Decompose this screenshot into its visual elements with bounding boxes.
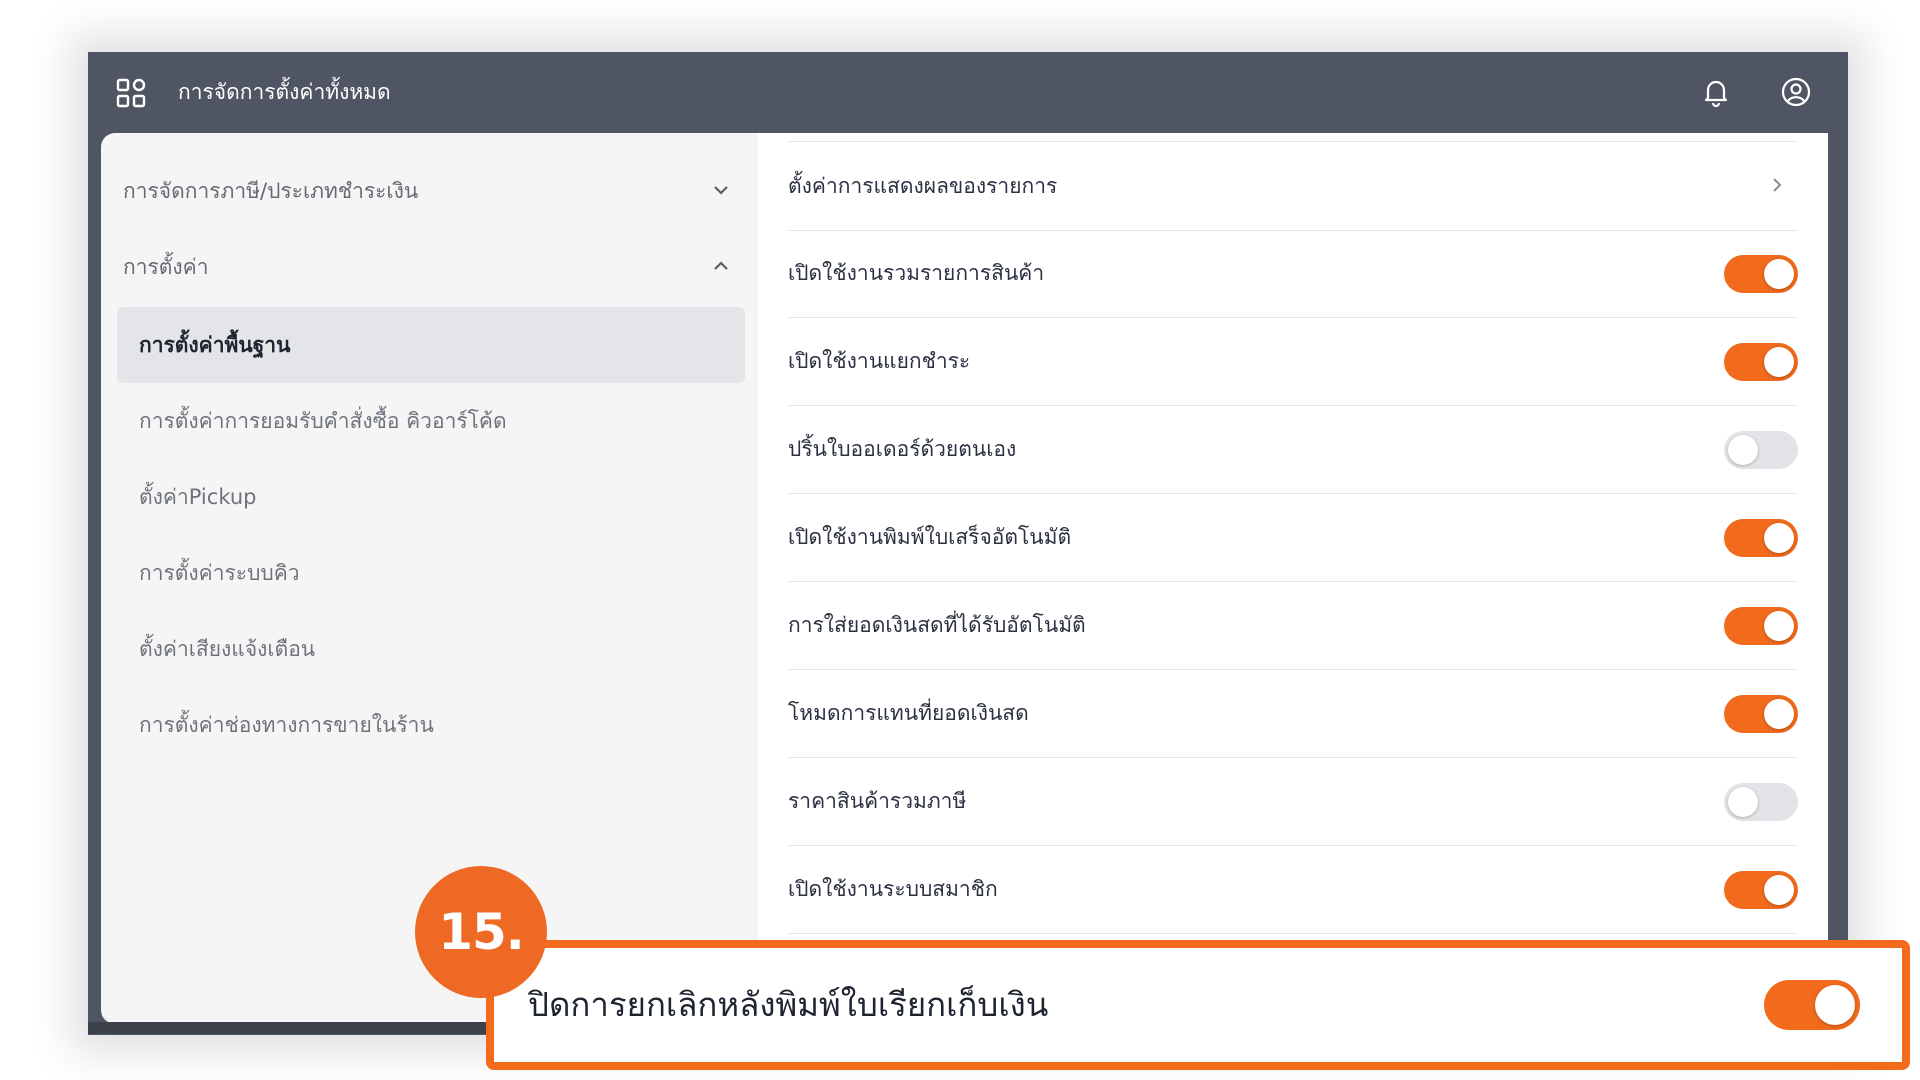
chevron-up-icon — [714, 261, 728, 270]
auto-cash-received-toggle[interactable] — [1724, 607, 1798, 645]
setting-row-auto-cash-received: การใส่ยอดเงินสดที่ได้รับอัตโนมัติ — [788, 581, 1798, 670]
merge-items-toggle[interactable] — [1724, 255, 1798, 293]
setting-label: เปิดใช้งานระบบสมาชิก — [788, 877, 998, 901]
highlighted-setting-label: ปิดการยกเลิกหลังพิมพ์ใบเรียกเก็บเงิน — [528, 985, 1049, 1024]
disable-cancel-after-print-toggle[interactable] — [1764, 980, 1860, 1030]
setting-row-cash-replace-mode: โหมดการแทนที่ยอดเงินสด — [788, 669, 1798, 758]
toggle-knob — [1728, 787, 1758, 817]
sidebar-item-sales-channel[interactable]: การตั้งค่าช่องทางการขายในร้าน — [117, 687, 745, 763]
setting-label: การใส่ยอดเงินสดที่ได้รับอัตโนมัติ — [788, 613, 1086, 637]
sidebar-group-tax-payment[interactable]: การจัดการภาษี/ประเภทชำระเงิน — [101, 161, 758, 221]
sidebar-item-label: ตั้งค่าPickup — [139, 485, 257, 509]
setting-label: ราคาสินค้ารวมภาษี — [788, 789, 967, 813]
membership-toggle[interactable] — [1724, 871, 1798, 909]
sidebar-item-notification-sound[interactable]: ตั้งค่าเสียงแจ้งเตือน — [117, 611, 745, 687]
toggle-knob — [1815, 985, 1855, 1025]
auto-print-receipt-toggle[interactable] — [1724, 519, 1798, 557]
step-number: 15. — [438, 903, 525, 961]
sidebar-group-label: การจัดการภาษี/ประเภทชำระเงิน — [123, 179, 419, 203]
toggle-knob — [1728, 435, 1758, 465]
sidebar-item-pickup[interactable]: ตั้งค่าPickup — [117, 459, 745, 535]
sidebar-group-label: การตั้งค่า — [123, 255, 209, 279]
setting-row-split-payment: เปิดใช้งานแยกชำระ — [788, 317, 1798, 406]
sidebar-item-label: การตั้งค่าช่องทางการขายในร้าน — [139, 713, 434, 737]
setting-label: ตั้งค่าการแสดงผลของรายการ — [788, 174, 1058, 198]
toggle-knob — [1764, 347, 1794, 377]
manual-print-order-toggle[interactable] — [1724, 431, 1798, 469]
sidebar-item-queue[interactable]: การตั้งค่าระบบคิว — [117, 535, 745, 611]
bell-icon[interactable] — [1700, 76, 1732, 108]
step-number-badge: 15. — [415, 866, 547, 998]
user-circle-icon[interactable] — [1780, 76, 1812, 108]
toggle-knob — [1764, 259, 1794, 289]
sidebar-item-label: การตั้งค่าการยอมรับคำสั่งซื้อ คิวอาร์โค้… — [139, 409, 507, 433]
top-bar: การจัดการตั้งค่าทั้งหมด — [88, 52, 1848, 132]
sidebar-item-label: การตั้งค่าพื้นฐาน — [139, 333, 291, 357]
setting-row-auto-print-receipt: เปิดใช้งานพิมพ์ใบเสร็จอัตโนมัติ — [788, 493, 1798, 582]
sidebar-item-label: การตั้งค่าระบบคิว — [139, 561, 300, 585]
setting-label: เปิดใช้งานรวมรายการสินค้า — [788, 261, 1045, 285]
chevron-down-icon — [714, 186, 728, 195]
setting-row-display[interactable]: ตั้งค่าการแสดงผลของรายการ — [788, 141, 1798, 231]
toggle-knob — [1764, 875, 1794, 905]
setting-label: โหมดการแทนที่ยอดเงินสด — [788, 701, 1029, 725]
setting-label: เปิดใช้งานแยกชำระ — [788, 349, 971, 373]
toggle-knob — [1764, 523, 1794, 553]
price-incl-tax-toggle[interactable] — [1724, 783, 1798, 821]
split-payment-toggle[interactable] — [1724, 343, 1798, 381]
toggle-knob — [1764, 611, 1794, 641]
setting-row-merge-items: เปิดใช้งานรวมรายการสินค้า — [788, 229, 1798, 318]
apps-grid-icon[interactable] — [116, 78, 146, 108]
page-title: การจัดการตั้งค่าทั้งหมด — [178, 80, 391, 104]
chevron-right-icon — [1773, 178, 1782, 192]
toggle-knob — [1764, 699, 1794, 729]
cash-replace-mode-toggle[interactable] — [1724, 695, 1798, 733]
highlighted-setting-callout: ปิดการยกเลิกหลังพิมพ์ใบเรียกเก็บเงิน — [486, 940, 1910, 1070]
settings-panel: ตั้งค่าการแสดงผลของรายการ เปิดใช้งานรวมร… — [758, 133, 1828, 953]
sidebar-item-basic-settings[interactable]: การตั้งค่าพื้นฐาน — [117, 307, 745, 383]
sidebar-item-qr-order[interactable]: การตั้งค่าการยอมรับคำสั่งซื้อ คิวอาร์โค้… — [117, 383, 745, 459]
sidebar-group-settings[interactable]: การตั้งค่า — [101, 237, 758, 297]
setting-row-manual-print-order: ปริ้นใบออเดอร์ด้วยตนเอง — [788, 405, 1798, 494]
setting-row-price-incl-tax: ราคาสินค้ารวมภาษี — [788, 757, 1798, 846]
setting-row-membership: เปิดใช้งานระบบสมาชิก — [788, 845, 1798, 934]
setting-label: ปริ้นใบออเดอร์ด้วยตนเอง — [788, 437, 1017, 461]
setting-label: เปิดใช้งานพิมพ์ใบเสร็จอัตโนมัติ — [788, 525, 1072, 549]
sidebar-item-label: ตั้งค่าเสียงแจ้งเตือน — [139, 637, 316, 661]
